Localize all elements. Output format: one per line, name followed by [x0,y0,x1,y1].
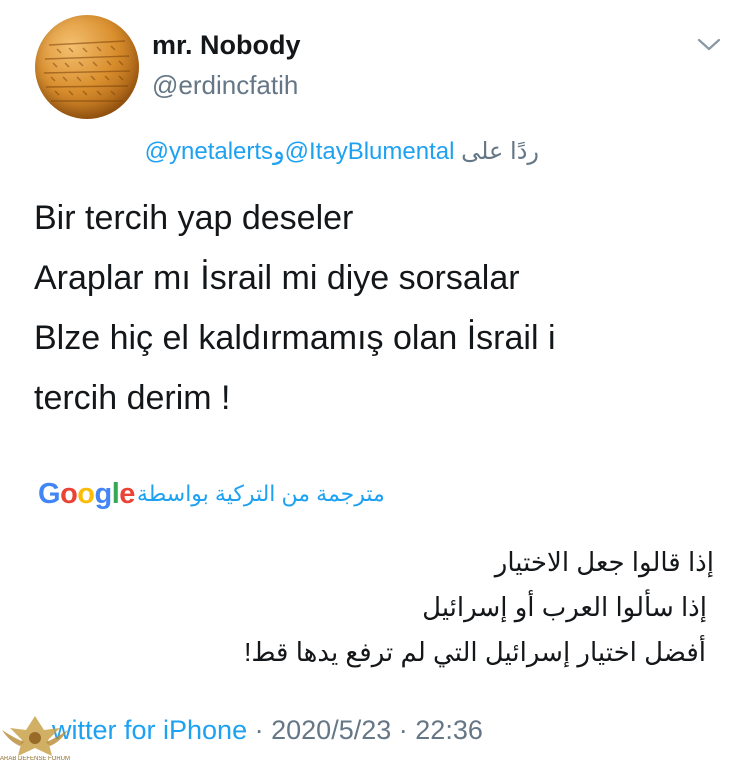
translation-text: إذا قالوا جعل الاختيار إذا سألوا العرب أ… [24,540,724,675]
translated-by-google[interactable]: مترجمة من التركية بواسطة Google [38,474,385,514]
reply-prefix: ردًا على [461,138,539,165]
tweet-text: Bir tercih yap deseler Araplar mı İsrail… [34,188,724,428]
translated-by-label: مترجمة من التركية بواسطة [136,481,385,506]
tweet-source[interactable]: witter for iPhone [52,715,247,745]
forum-logo-icon [2,716,68,756]
watermark-text: ARAB DEFENSE FORUM [0,756,70,762]
clay-tablet-avatar-icon [43,40,131,102]
tweet-time[interactable]: 22:36 [415,715,483,745]
tweet-text-line: tercih derim ! [34,379,231,417]
replying-to: ردًا على @ItayBlumentalو@ynetalerts [145,137,539,166]
separator: · [254,715,264,745]
user-handle[interactable]: @erdincfatih [152,70,298,101]
mention-ynetalerts[interactable]: @ynetalerts [145,138,273,165]
tweet-text-line: Araplar mı İsrail mi diye sorsalar [34,259,520,297]
translation-line: إذا سألوا العرب أو إسرائيل [422,592,707,622]
avatar[interactable] [35,15,139,119]
separator: · [398,715,408,745]
tweet-text-line: Blze hiç el kaldırmamış olan İsrail i [34,319,556,357]
translation-line: إذا قالوا جعل الاختيار [494,547,714,577]
translation-line: أفضل اختيار إسرائيل التي لم ترفع يدها قط… [244,637,706,667]
mention-itayblumental[interactable]: @ItayBlumental [285,138,455,165]
tweet-text-line: Bir tercih yap deseler [34,199,354,237]
chevron-down-icon[interactable] [696,36,722,54]
google-logo: Google [38,477,135,510]
reply-conjunction: و [273,138,285,165]
tweet-date[interactable]: 2020/5/23 [271,715,391,745]
tweet-footer: witter for iPhone · 2020/5/23 · 22:36 [52,715,483,746]
display-name[interactable]: mr. Nobody [152,30,301,61]
